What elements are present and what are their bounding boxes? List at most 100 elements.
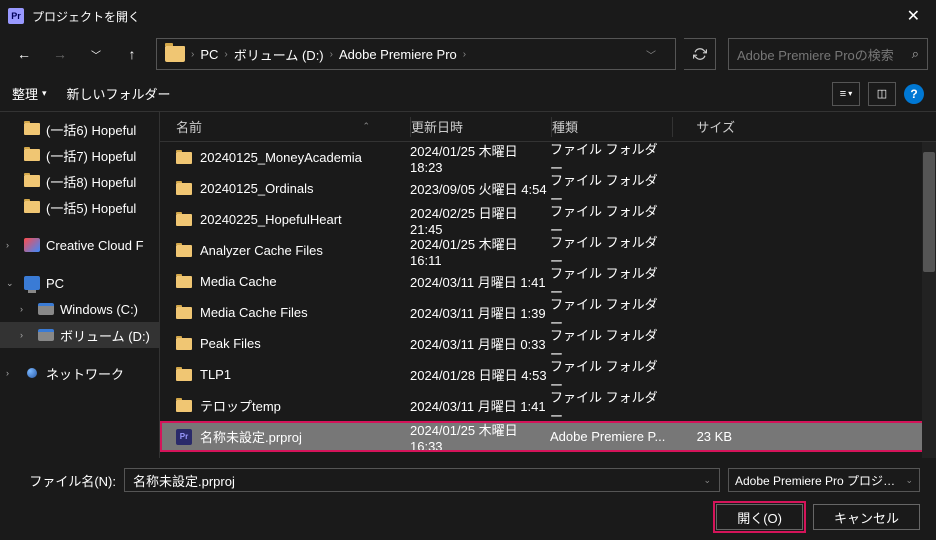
prproj-icon: Pr	[176, 429, 192, 445]
chevron-right-icon: ›	[463, 49, 466, 60]
file-size: 23 KB	[670, 429, 740, 444]
sidebar-item-folder[interactable]: (一括6) Hopeful	[0, 116, 159, 142]
chevron-down-icon: ⌄	[6, 278, 14, 289]
file-type: ファイル フォルダー	[550, 387, 670, 425]
cancel-button[interactable]: キャンセル	[813, 504, 920, 530]
toolbar: 整理▾ 新しいフォルダー ≡ ▾ ◫ ?	[0, 76, 936, 112]
chevron-right-icon: ›	[20, 304, 23, 314]
up-button[interactable]: ↑	[116, 38, 148, 70]
filename-label: ファイル名(N):	[16, 471, 116, 490]
recent-button[interactable]: ﹀	[80, 38, 112, 70]
preview-pane-button[interactable]: ◫	[868, 82, 896, 106]
app-icon: Pr	[8, 8, 24, 24]
sidebar-item-network[interactable]: ›ネットワーク	[0, 360, 159, 386]
sidebar-item-folder[interactable]: (一括5) Hopeful	[0, 194, 159, 220]
filename-input[interactable]: 名称未設定.prproj⌄	[124, 468, 720, 492]
file-date: 2024/03/11 月曜日 1:41	[410, 272, 550, 291]
new-folder-button[interactable]: 新しいフォルダー	[67, 84, 171, 103]
window-title: プロジェクトを開く	[32, 8, 140, 25]
file-date: 2024/03/11 月曜日 1:39	[410, 303, 550, 322]
file-date: 2024/01/25 木曜日 18:23	[410, 142, 550, 175]
folder-icon	[24, 149, 40, 161]
chevron-right-icon: ›	[20, 330, 23, 340]
file-name: 20240225_HopefulHeart	[200, 212, 342, 227]
sidebar-item-drive-c[interactable]: ›Windows (C:)	[0, 296, 159, 322]
file-row[interactable]: TLP12024/01/28 日曜日 4:53ファイル フォルダー	[160, 359, 936, 390]
filetype-filter[interactable]: Adobe Premiere Pro プロジェクト⌄	[728, 468, 920, 492]
file-row[interactable]: Peak Files2024/03/11 月曜日 0:33ファイル フォルダー	[160, 328, 936, 359]
open-button[interactable]: 開く(O)	[716, 504, 803, 530]
file-name: テロップtemp	[200, 396, 281, 415]
file-date: 2024/01/25 木曜日 16:11	[410, 234, 550, 268]
network-icon	[24, 366, 40, 380]
breadcrumb[interactable]: › PC › ボリューム (D:) › Adobe Premiere Pro ›…	[156, 38, 676, 70]
file-date: 2023/09/05 火曜日 4:54	[410, 179, 550, 198]
sort-indicator-icon: ⌃	[362, 121, 370, 132]
file-name: 20240125_Ordinals	[200, 181, 313, 196]
file-type: Adobe Premiere P...	[550, 429, 670, 444]
folder-icon	[24, 175, 40, 187]
file-row[interactable]: Media Cache Files2024/03/11 月曜日 1:39ファイル…	[160, 297, 936, 328]
column-date[interactable]: 更新日時	[411, 117, 551, 136]
list-header: 名前⌃ 更新日時 種類 サイズ	[160, 112, 936, 142]
chevron-right-icon: ›	[191, 49, 194, 60]
sidebar-item-folder[interactable]: (一括8) Hopeful	[0, 168, 159, 194]
sidebar-item-creative-cloud[interactable]: ›Creative Cloud F	[0, 232, 159, 258]
file-row[interactable]: 20240225_HopefulHeart 2024/02/25 日曜日 21:4…	[160, 204, 936, 235]
drive-icon	[38, 303, 54, 315]
close-button[interactable]: ✕	[899, 2, 928, 30]
folder-icon	[176, 183, 192, 195]
file-name: Media Cache Files	[200, 305, 308, 320]
chevron-right-icon: ›	[330, 49, 333, 60]
folder-icon	[24, 201, 40, 213]
help-button[interactable]: ?	[904, 84, 924, 104]
sidebar-item-drive-d[interactable]: ›ボリューム (D:)	[0, 322, 159, 348]
sidebar-item-folder[interactable]: (一括7) Hopeful	[0, 142, 159, 168]
file-row[interactable]: Pr 名称未設定.prproj 2024/01/25 木曜日 16:33Adobe …	[160, 421, 936, 452]
breadcrumb-item[interactable]: Adobe Premiere Pro	[339, 47, 457, 62]
search-icon: ⌕	[912, 46, 919, 62]
file-name: TLP1	[200, 367, 231, 382]
column-size[interactable]: サイズ	[673, 117, 743, 136]
column-name[interactable]: 名前⌃	[160, 117, 410, 136]
folder-icon	[24, 123, 40, 135]
refresh-button[interactable]	[684, 38, 716, 70]
file-name: 名称未設定.prproj	[200, 427, 302, 446]
search-placeholder: Adobe Premiere Proの検索	[737, 45, 894, 64]
nav-row: ← → ﹀ ↑ › PC › ボリューム (D:) › Adobe Premie…	[0, 32, 936, 76]
file-row[interactable]: テロップtemp2024/03/11 月曜日 1:41ファイル フォルダー	[160, 390, 936, 421]
file-date: 2024/01/28 日曜日 4:53	[410, 365, 550, 384]
chevron-right-icon: ›	[6, 240, 9, 250]
search-input[interactable]: Adobe Premiere Proの検索 ⌕	[728, 38, 928, 70]
file-date: 2024/02/25 日曜日 21:45	[410, 203, 550, 237]
file-date: 2024/03/11 月曜日 1:41	[410, 396, 550, 415]
folder-icon	[176, 276, 192, 288]
column-type[interactable]: 種類	[552, 117, 672, 136]
file-name: Media Cache	[200, 274, 277, 289]
scrollbar-vertical[interactable]	[922, 142, 936, 458]
file-date: 2024/03/11 月曜日 0:33	[410, 334, 550, 353]
file-date: 2024/01/25 木曜日 16:33	[410, 420, 550, 454]
breadcrumb-item[interactable]: PC	[200, 47, 218, 62]
chevron-right-icon: ›	[6, 368, 9, 378]
organize-menu[interactable]: 整理▾	[12, 84, 47, 103]
file-name: Peak Files	[200, 336, 261, 351]
back-button[interactable]: ←	[8, 38, 40, 70]
folder-icon	[176, 338, 192, 350]
sidebar-item-pc[interactable]: ⌄PC	[0, 270, 159, 296]
titlebar: Pr プロジェクトを開く ✕	[0, 0, 936, 32]
drive-icon	[38, 329, 54, 341]
dropdown-icon[interactable]: ﹀	[635, 47, 667, 62]
file-list: 名前⌃ 更新日時 種類 サイズ 20240125_MoneyAcademia20…	[160, 112, 936, 458]
pc-icon	[24, 276, 40, 290]
folder-icon	[176, 307, 192, 319]
breadcrumb-item[interactable]: ボリューム (D:)	[234, 45, 324, 64]
file-row[interactable]: Media Cache2024/03/11 月曜日 1:41ファイル フォルダー	[160, 266, 936, 297]
forward-button[interactable]: →	[44, 38, 76, 70]
scrollbar-thumb[interactable]	[923, 152, 935, 272]
folder-icon	[176, 245, 192, 257]
view-mode-button[interactable]: ≡ ▾	[832, 82, 860, 106]
file-row[interactable]: 20240125_MoneyAcademia2024/01/25 木曜日 18:…	[160, 142, 936, 173]
file-row[interactable]: Analyzer Cache Files2024/01/25 木曜日 16:11…	[160, 235, 936, 266]
file-row[interactable]: 20240125_Ordinals2023/09/05 火曜日 4:54ファイル…	[160, 173, 936, 204]
